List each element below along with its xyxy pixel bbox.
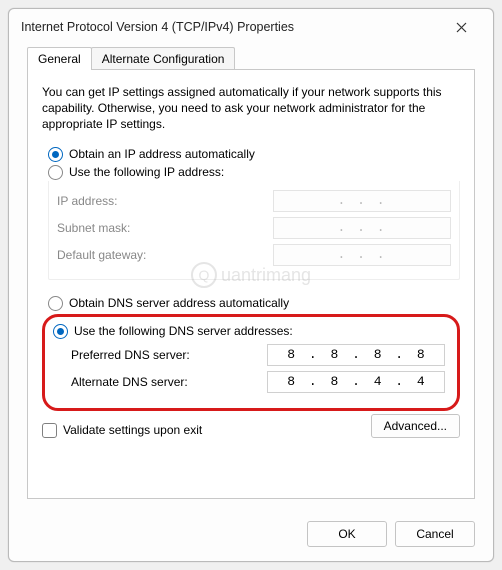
alternate-dns-label: Alternate DNS server: <box>71 375 188 389</box>
radio-use-dns-label: Use the following DNS server addresses: <box>74 324 293 338</box>
validate-label: Validate settings upon exit <box>63 423 202 437</box>
tab-general[interactable]: General <box>27 47 92 70</box>
ok-button[interactable]: OK <box>307 521 387 547</box>
tab-strip: General Alternate Configuration <box>27 47 475 70</box>
radio-use-dns[interactable] <box>53 324 68 339</box>
tab-panel-general: Quantrimang You can get IP settings assi… <box>27 69 475 499</box>
validate-checkbox[interactable] <box>42 423 57 438</box>
radio-obtain-dns-auto-label: Obtain DNS server address automatically <box>69 296 289 310</box>
radio-use-ip-label: Use the following IP address: <box>69 165 224 179</box>
window-title: Internet Protocol Version 4 (TCP/IPv4) P… <box>21 20 294 34</box>
dialog-footer: OK Cancel <box>9 511 493 561</box>
ip-settings-group: Obtain an IP address automatically Use t… <box>42 147 460 286</box>
advanced-button[interactable]: Advanced... <box>371 414 460 438</box>
titlebar: Internet Protocol Version 4 (TCP/IPv4) P… <box>9 9 493 45</box>
subnet-mask-label: Subnet mask: <box>57 221 130 235</box>
default-gateway-label: Default gateway: <box>57 248 146 262</box>
ip-address-label: IP address: <box>57 194 117 208</box>
subnet-mask-input: . . . <box>273 217 451 239</box>
preferred-dns-input[interactable]: 8 . 8 . 8 . 8 <box>267 344 445 366</box>
description-text: You can get IP settings assigned automat… <box>42 84 460 133</box>
default-gateway-input: . . . <box>273 244 451 266</box>
close-icon <box>456 22 467 33</box>
preferred-dns-label: Preferred DNS server: <box>71 348 190 362</box>
radio-obtain-ip-auto[interactable] <box>48 147 63 162</box>
radio-obtain-dns-auto[interactable] <box>48 296 63 311</box>
radio-use-ip[interactable] <box>48 165 63 180</box>
close-button[interactable] <box>441 15 481 39</box>
ip-address-input: . . . <box>273 190 451 212</box>
dns-highlight: Use the following DNS server addresses: … <box>42 314 460 411</box>
radio-obtain-ip-auto-label: Obtain an IP address automatically <box>69 147 255 161</box>
alternate-dns-input[interactable]: 8 . 8 . 4 . 4 <box>267 371 445 393</box>
cancel-button[interactable]: Cancel <box>395 521 475 547</box>
properties-dialog: Internet Protocol Version 4 (TCP/IPv4) P… <box>8 8 494 562</box>
tab-alternate-configuration[interactable]: Alternate Configuration <box>91 47 236 70</box>
